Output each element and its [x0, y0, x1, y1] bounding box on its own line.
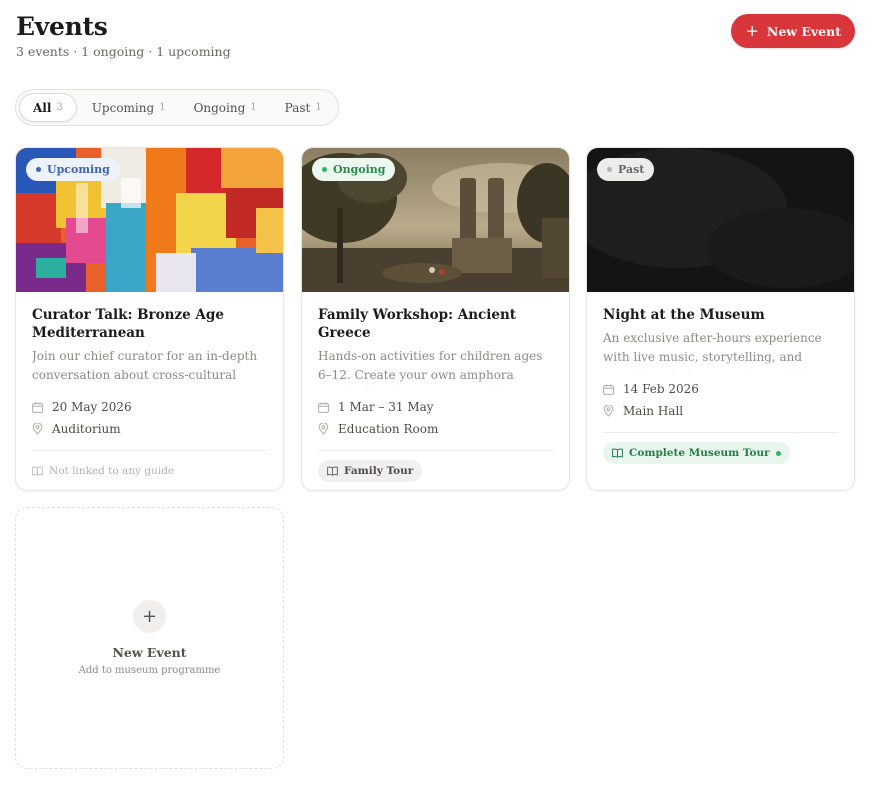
event-location: Education Room	[318, 418, 553, 440]
event-location: Main Hall	[603, 400, 838, 422]
event-title: Night at the Museum	[603, 307, 765, 323]
event-date: 20 May 2026	[32, 396, 267, 418]
event-description: Join our chief curator for an in-depth c…	[32, 349, 258, 382]
location-pin-icon	[603, 405, 614, 417]
page-header: Events 3 events · 1 ongoing · 1 upcoming…	[16, 12, 856, 72]
tab-all[interactable]: All 3	[19, 93, 77, 122]
event-description: An exclusive after-hours experience with…	[603, 331, 822, 373]
plus-icon: +	[745, 21, 759, 40]
status-dot-icon	[36, 167, 41, 172]
event-image: Past	[587, 148, 854, 292]
guide-link-empty: Not linked to any guide	[32, 465, 174, 477]
new-event-button[interactable]: + New Event	[731, 14, 855, 48]
calendar-icon	[603, 383, 614, 395]
status-label: Upcoming	[47, 163, 110, 176]
event-date: 14 Feb 2026	[603, 378, 838, 400]
active-dot-icon	[775, 450, 781, 456]
new-event-button-label: New Event	[766, 23, 841, 39]
guide-link-text: Complete Museum Tour	[629, 447, 770, 459]
event-title: Family Workshop: Ancient Greece	[318, 307, 517, 341]
tab-upcoming[interactable]: Upcoming 1	[79, 93, 179, 122]
filter-tabs: All 3 Upcoming 1 Ongoing 1 Past 1	[15, 89, 339, 126]
tab-ongoing[interactable]: Ongoing 1	[181, 93, 270, 122]
event-location-text: Education Room	[338, 422, 439, 436]
event-card-family-workshop[interactable]: Ongoing Family Workshop: Ancient Greece …	[301, 147, 570, 491]
event-card-night-at-museum[interactable]: Past Night at the Museum An exclusive af…	[586, 147, 855, 491]
add-event-title: New Event	[112, 645, 187, 660]
guide-link-complete-museum-tour[interactable]: Complete Museum Tour	[603, 442, 790, 464]
page-subtitle: 3 events · 1 ongoing · 1 upcoming	[16, 44, 231, 59]
event-description: Hands-on activities for children ages 6–…	[318, 349, 543, 391]
tab-count: 1	[159, 102, 166, 113]
location-pin-icon	[318, 423, 329, 435]
calendar-icon	[318, 401, 329, 413]
guide-link-text: Not linked to any guide	[49, 465, 175, 477]
tab-label: Upcoming	[91, 100, 155, 115]
event-image: Ongoing	[302, 148, 569, 292]
status-badge: Past	[597, 158, 655, 181]
event-date-text: 1 Mar – 31 May	[338, 400, 434, 414]
guide-link-text: Family Tour	[344, 465, 414, 477]
guide-link-family-tour[interactable]: Family Tour	[318, 460, 423, 482]
event-location-text: Main Hall	[623, 404, 684, 418]
status-badge: Upcoming	[26, 158, 120, 181]
status-badge: Ongoing	[312, 158, 396, 181]
event-card-curator-talk[interactable]: Upcoming Curator Talk: Bronze Age Medite…	[15, 147, 284, 491]
tab-label: Past	[284, 100, 311, 115]
tab-count: 1	[250, 102, 257, 113]
book-icon	[612, 448, 623, 458]
calendar-icon	[32, 401, 43, 413]
status-dot-icon	[607, 167, 612, 172]
tab-count: 3	[56, 102, 63, 113]
book-icon	[327, 466, 338, 476]
event-date: 1 Mar – 31 May	[318, 396, 553, 418]
event-image: Upcoming	[16, 148, 283, 292]
add-event-subtitle: Add to museum programme	[78, 665, 221, 676]
tab-past[interactable]: Past 1	[272, 93, 335, 122]
status-label: Past	[618, 163, 645, 176]
event-location-text: Auditorium	[52, 422, 121, 436]
plus-icon: +	[133, 600, 166, 633]
tab-label: Ongoing	[193, 100, 246, 115]
tab-count: 1	[315, 102, 322, 113]
event-location: Auditorium	[32, 418, 267, 440]
location-pin-icon	[32, 423, 43, 435]
page-title: Events	[16, 12, 108, 41]
book-icon	[32, 466, 43, 476]
status-dot-icon	[322, 167, 327, 172]
tab-label: All	[33, 100, 52, 115]
status-label: Ongoing	[333, 163, 386, 176]
event-date-text: 14 Feb 2026	[623, 382, 699, 396]
event-date-text: 20 May 2026	[52, 400, 132, 414]
add-event-card[interactable]: + New Event Add to museum programme	[15, 507, 284, 769]
event-title: Curator Talk: Bronze Age Mediterranean	[32, 307, 224, 341]
